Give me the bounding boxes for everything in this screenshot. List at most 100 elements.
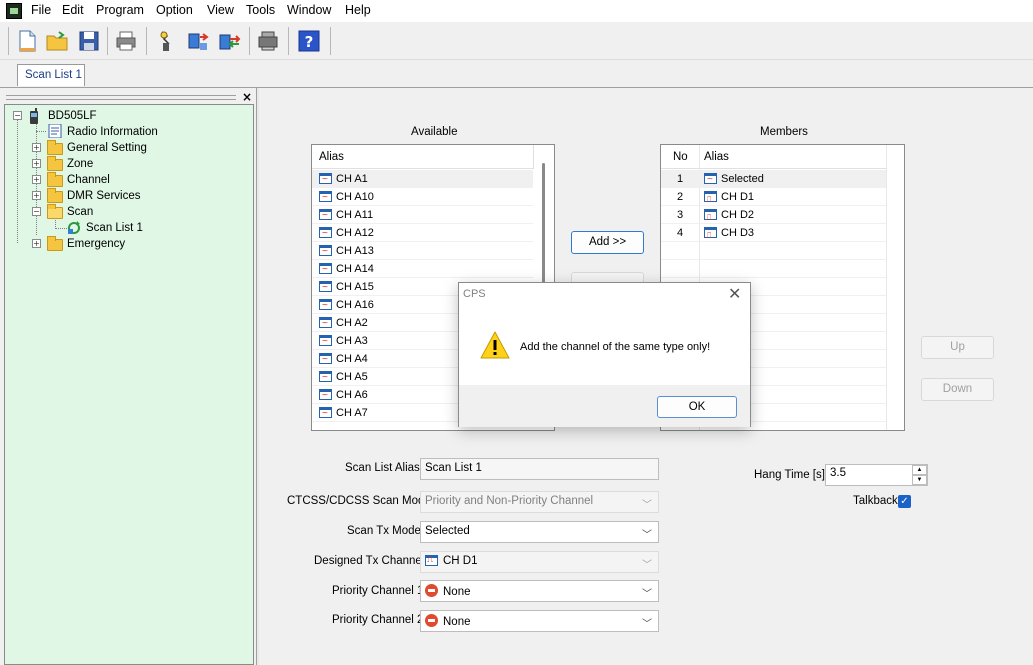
member-row[interactable]: 1 Selected xyxy=(661,170,886,189)
scan-list-alias-input[interactable]: Scan List 1 xyxy=(420,458,659,480)
expand-zone-icon[interactable]: + xyxy=(32,159,41,168)
available-row-alias: CH A3 xyxy=(336,335,368,347)
analog-channel-icon xyxy=(319,405,332,423)
menu-option[interactable]: Option xyxy=(156,3,193,17)
add-button[interactable]: Add >> xyxy=(571,231,644,254)
tree-item-radio-information[interactable]: Radio Information xyxy=(67,124,158,140)
available-row-alias: CH A10 xyxy=(336,191,374,203)
available-row-alias: CH A14 xyxy=(336,263,374,275)
member-row-alias: Selected xyxy=(721,173,764,185)
new-icon[interactable] xyxy=(15,29,39,53)
member-row-no: 4 xyxy=(677,227,684,239)
available-row[interactable]: CH A1 xyxy=(312,170,533,189)
none-icon xyxy=(425,584,438,597)
transfer-icon[interactable] xyxy=(218,29,242,53)
member-row-no: 2 xyxy=(677,191,684,203)
ctcss-scan-mode-value: Priority and Non-Priority Channel xyxy=(425,495,594,507)
tab-scan-list-1[interactable]: Scan List 1 xyxy=(17,64,85,86)
member-row[interactable]: 4 CH D3 xyxy=(661,224,886,244)
expand-emergency-icon[interactable]: + xyxy=(32,239,41,248)
ok-button[interactable]: OK xyxy=(657,396,737,418)
available-row-alias: CH A15 xyxy=(336,281,374,293)
tree-item-channel[interactable]: Channel xyxy=(67,172,110,188)
menu-program[interactable]: Program xyxy=(96,3,144,17)
message-dialog: CPS ✕ Add the channel of the same type o… xyxy=(458,282,751,427)
digital-channel-icon xyxy=(425,554,438,566)
up-button[interactable]: Up xyxy=(921,336,994,359)
tree-item-zone[interactable]: Zone xyxy=(67,156,93,172)
down-button[interactable]: Down xyxy=(921,378,994,401)
available-row-alias: CH A11 xyxy=(336,209,374,221)
member-row-no: 3 xyxy=(677,209,684,221)
talkback-checkbox[interactable]: ✓ xyxy=(898,495,911,508)
available-row-alias: CH A13 xyxy=(336,245,374,257)
menu-file[interactable]: File xyxy=(31,3,51,17)
member-row[interactable] xyxy=(661,242,886,260)
folder-icon xyxy=(47,188,63,203)
write-radio-icon[interactable] xyxy=(186,29,210,53)
hang-time-spinner[interactable]: 3.5 ▲ ▼ xyxy=(825,464,928,486)
analog-channel-icon xyxy=(319,369,332,387)
expand-dmr-icon[interactable]: + xyxy=(32,191,41,200)
menu-bar: File Edit Program Option View Tools Wind… xyxy=(0,0,1033,22)
analog-channel-icon xyxy=(319,225,332,243)
priority-channel-1-value: None xyxy=(443,586,471,598)
members-header-no[interactable]: No xyxy=(661,145,699,169)
digital-channel-icon xyxy=(704,208,717,226)
available-row-alias: CH A7 xyxy=(336,407,368,419)
tree-item-root[interactable]: BD505LF xyxy=(48,108,97,124)
read-radio-icon[interactable] xyxy=(154,29,178,53)
menu-view[interactable]: View xyxy=(207,3,234,17)
tree-item-emergency[interactable]: Emergency xyxy=(67,236,125,252)
available-row[interactable]: CH A11 xyxy=(312,206,533,225)
folder-icon xyxy=(47,156,63,171)
available-header-alias[interactable]: Alias xyxy=(312,145,534,169)
close-icon[interactable]: ✕ xyxy=(728,284,741,303)
available-row[interactable]: CH A10 xyxy=(312,188,533,207)
priority-channel-2-value: None xyxy=(443,616,471,628)
designed-tx-channel-select[interactable]: CH D1 ﹀ xyxy=(420,551,659,573)
priority-channel-1-select[interactable]: None ﹀ xyxy=(420,580,659,602)
warning-icon xyxy=(480,331,510,359)
close-panel-icon[interactable]: × xyxy=(242,90,252,104)
tree-item-scan[interactable]: Scan xyxy=(67,204,93,220)
menu-edit[interactable]: Edit xyxy=(62,3,84,17)
dialog-footer: OK xyxy=(459,385,750,427)
help-icon[interactable]: ? xyxy=(297,29,321,53)
members-header-alias[interactable]: Alias xyxy=(700,145,886,169)
designed-tx-channel-value: CH D1 xyxy=(443,555,478,567)
splitter[interactable] xyxy=(256,88,259,665)
tree-item-general-setting[interactable]: General Setting xyxy=(67,140,147,156)
menu-help[interactable]: Help xyxy=(345,3,371,17)
spin-down-icon[interactable]: ▼ xyxy=(912,475,927,485)
member-row[interactable]: 2 CH D1 xyxy=(661,188,886,208)
print-icon[interactable] xyxy=(114,29,138,53)
collapse-scan-icon[interactable]: − xyxy=(32,207,41,216)
menu-window[interactable]: Window xyxy=(287,3,331,17)
member-row[interactable]: 3 CH D2 xyxy=(661,206,886,226)
priority-channel-2-select[interactable]: None ﹀ xyxy=(420,610,659,632)
menu-tools[interactable]: Tools xyxy=(246,3,275,17)
expand-channel-icon[interactable]: + xyxy=(32,175,41,184)
tree-item-scan-list-1[interactable]: Scan List 1 xyxy=(86,220,143,236)
expand-root-icon[interactable]: − xyxy=(13,111,22,120)
available-row[interactable]: CH A14 xyxy=(312,260,533,279)
available-title: Available xyxy=(411,126,458,138)
expand-general-icon[interactable]: + xyxy=(32,143,41,152)
analog-channel-icon xyxy=(319,333,332,351)
available-row-alias: CH A4 xyxy=(336,353,368,365)
available-row-alias: CH A12 xyxy=(336,227,374,239)
tree-item-dmr-services[interactable]: DMR Services xyxy=(67,188,140,204)
available-row[interactable]: CH A13 xyxy=(312,242,533,261)
scan-list-alias-label: Scan List Alias xyxy=(345,462,420,474)
ctcss-scan-mode-select[interactable]: Priority and Non-Priority Channel ﹀ xyxy=(420,491,659,513)
spin-up-icon[interactable]: ▲ xyxy=(912,465,927,475)
program-icon[interactable] xyxy=(256,29,280,53)
open-icon[interactable] xyxy=(45,29,69,53)
panel-grip[interactable] xyxy=(6,95,236,100)
scan-tx-mode-select[interactable]: Selected ﹀ xyxy=(420,521,659,543)
save-icon[interactable] xyxy=(77,29,101,53)
member-row[interactable] xyxy=(661,260,886,278)
available-row[interactable]: CH A12 xyxy=(312,224,533,243)
available-row-alias: CH A16 xyxy=(336,299,374,311)
